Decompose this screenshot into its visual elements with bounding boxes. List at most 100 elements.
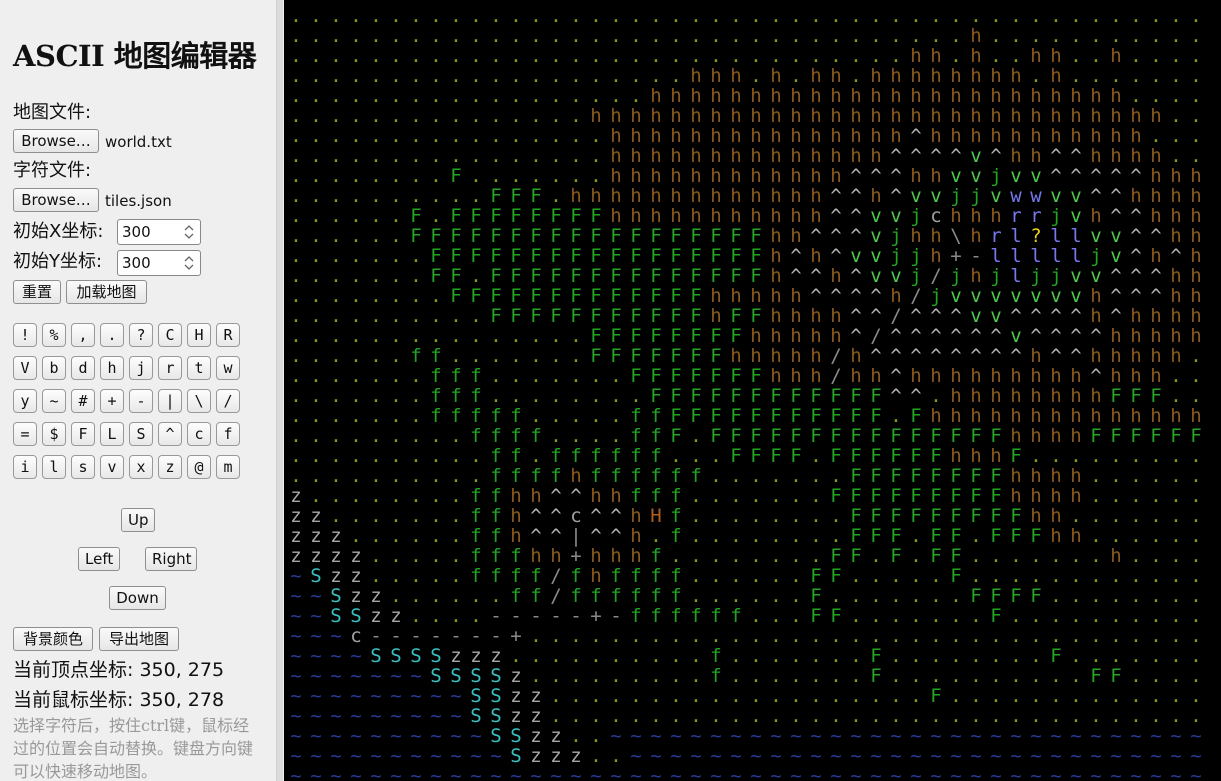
map-cell[interactable]: . [970, 565, 981, 587]
map-cell[interactable]: F [1130, 425, 1141, 447]
map-cell[interactable]: . [290, 125, 301, 147]
map-cell[interactable]: ^ [610, 505, 621, 527]
map-cell[interactable]: . [430, 185, 441, 207]
map-cell[interactable]: . [850, 585, 861, 607]
map-cell[interactable]: . [990, 45, 1001, 67]
map-cell[interactable]: . [290, 405, 301, 427]
map-cell[interactable]: . [490, 145, 501, 167]
map-cell[interactable]: F [590, 285, 601, 307]
map-cell[interactable]: ~ [290, 645, 301, 667]
map-cell[interactable]: h [770, 365, 781, 387]
map-cell[interactable]: . [570, 25, 581, 47]
map-cell[interactable]: h [810, 125, 821, 147]
map-cell[interactable]: h [1010, 465, 1021, 487]
map-cell[interactable]: f [410, 345, 421, 367]
map-cell[interactable]: ~ [410, 745, 421, 767]
map-cell[interactable]: h [710, 125, 721, 147]
map-cell[interactable]: ~ [350, 665, 361, 687]
map-cell[interactable]: F [550, 205, 561, 227]
map-cell[interactable]: l [1030, 245, 1041, 267]
map-cell[interactable]: . [1150, 5, 1161, 27]
map-cell[interactable]: . [610, 405, 621, 427]
map-cell[interactable]: f [490, 425, 501, 447]
map-cell[interactable]: S [490, 705, 501, 727]
map-cell[interactable]: . [370, 545, 381, 567]
map-cell[interactable]: ~ [1070, 765, 1081, 781]
map-cell[interactable]: h [1050, 485, 1061, 507]
map-cell[interactable]: F [650, 265, 661, 287]
map-cell[interactable]: . [890, 25, 901, 47]
map-cell[interactable]: F [1150, 425, 1161, 447]
map-cell[interactable]: . [330, 465, 341, 487]
map-cell[interactable]: ~ [350, 765, 361, 781]
map-cell[interactable]: . [790, 525, 801, 547]
map-cell[interactable]: . [730, 705, 741, 727]
map-cell[interactable]: . [870, 625, 881, 647]
map-cell[interactable]: . [670, 25, 681, 47]
map-cell[interactable]: h [1190, 165, 1201, 187]
map-cell[interactable]: . [790, 545, 801, 567]
map-cell[interactable]: ~ [470, 725, 481, 747]
map-cell[interactable]: ~ [290, 745, 301, 767]
map-cell[interactable]: ~ [910, 745, 921, 767]
map-cell[interactable]: . [670, 545, 681, 567]
map-cell[interactable]: F [610, 305, 621, 327]
map-cell[interactable]: h [990, 445, 1001, 467]
map-cell[interactable]: . [510, 45, 521, 67]
map-cell[interactable]: ~ [790, 745, 801, 767]
map-cell[interactable]: . [1150, 545, 1161, 567]
map-cell[interactable]: F [710, 425, 721, 447]
map-cell[interactable]: . [870, 45, 881, 67]
map-cell[interactable]: F [650, 225, 661, 247]
map-cell[interactable]: F [470, 245, 481, 267]
map-cell[interactable]: h [830, 165, 841, 187]
map-cell[interactable]: f [670, 525, 681, 547]
map-cell[interactable]: . [690, 485, 701, 507]
map-cell[interactable]: ~ [330, 685, 341, 707]
map-cell[interactable]: . [390, 285, 401, 307]
map-cell[interactable]: v [870, 205, 881, 227]
map-cell[interactable]: h [670, 125, 681, 147]
map-cell[interactable]: . [370, 145, 381, 167]
map-cell[interactable]: ^ [930, 145, 941, 167]
map-cell[interactable]: ^ [1070, 345, 1081, 367]
map-cell[interactable]: . [1070, 25, 1081, 47]
map-cell[interactable]: . [970, 705, 981, 727]
map-cell[interactable]: . [1090, 485, 1101, 507]
map-cell[interactable]: . [410, 465, 421, 487]
map-cell[interactable]: . [590, 685, 601, 707]
map-cell[interactable]: j [1050, 205, 1061, 227]
map-cell[interactable]: j [950, 185, 961, 207]
map-cell[interactable]: h [1190, 205, 1201, 227]
map-cell[interactable]: h [1150, 345, 1161, 367]
map-cell[interactable]: F [510, 205, 521, 227]
map-cell[interactable]: j [1090, 245, 1101, 267]
map-cell[interactable]: . [1110, 25, 1121, 47]
map-cell[interactable]: h [810, 185, 821, 207]
map-cell[interactable]: h [850, 145, 861, 167]
map-cell[interactable]: . [450, 185, 461, 207]
map-cell[interactable]: . [770, 705, 781, 727]
map-cell[interactable]: . [590, 645, 601, 667]
map-cell[interactable]: v [870, 265, 881, 287]
map-cell[interactable]: ~ [830, 725, 841, 747]
map-cell[interactable]: . [770, 505, 781, 527]
map-cell[interactable]: . [290, 5, 301, 27]
map-cell[interactable]: h [910, 45, 921, 67]
map-cell[interactable]: . [850, 45, 861, 67]
map-cell[interactable]: ~ [850, 745, 861, 767]
map-cell[interactable]: ~ [630, 765, 641, 781]
map-cell[interactable]: . [630, 705, 641, 727]
map-cell[interactable]: . [970, 525, 981, 547]
map-cell[interactable]: . [630, 85, 641, 107]
map-cell[interactable]: ~ [810, 765, 821, 781]
map-cell[interactable]: h [950, 385, 961, 407]
map-cell[interactable]: . [370, 305, 381, 327]
map-cell[interactable]: h [630, 505, 641, 527]
map-cell[interactable]: . [710, 485, 721, 507]
map-cell[interactable]: . [510, 325, 521, 347]
map-cell[interactable]: h [1190, 225, 1201, 247]
map-cell[interactable]: . [610, 685, 621, 707]
map-cell[interactable]: ~ [1070, 745, 1081, 767]
map-cell[interactable]: . [790, 45, 801, 67]
